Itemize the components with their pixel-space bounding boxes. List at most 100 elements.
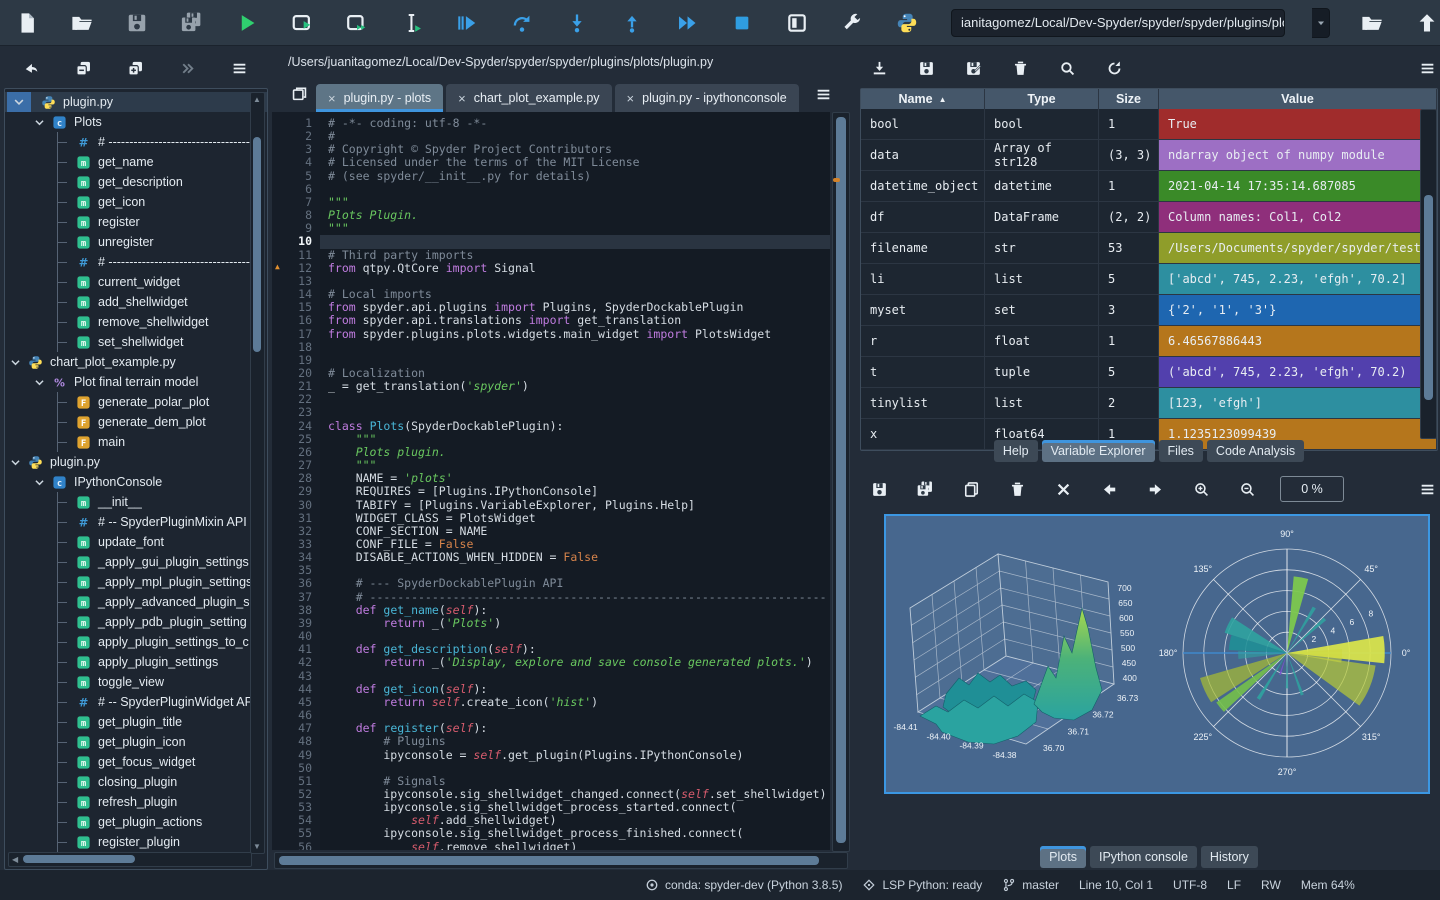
tree-item[interactable]: # # ---------------------------------- <box>5 132 267 152</box>
tree-item[interactable]: plugin.py <box>5 452 267 472</box>
table-row[interactable]: datetime_object datetime 1 2021-04-14 17… <box>861 171 1437 202</box>
tree-chevron-icon[interactable] <box>7 356 23 369</box>
remove-plot-icon[interactable] <box>1004 476 1030 502</box>
go-up-icon[interactable] <box>1414 10 1440 36</box>
status-lsp[interactable]: LSP Python: ready <box>862 878 982 892</box>
tree-item[interactable]: m current_widget <box>5 272 267 292</box>
maximize-pane-icon[interactable] <box>784 10 810 36</box>
tree-item[interactable]: m get_plugin_title <box>5 712 267 732</box>
editor-options-icon[interactable] <box>810 81 836 107</box>
tree-item[interactable]: c Plots <box>5 112 267 132</box>
tree-item[interactable]: c IPythonConsole <box>5 472 267 492</box>
table-row[interactable]: r float 1 6.46567886443 <box>861 326 1437 357</box>
run-icon[interactable] <box>234 10 260 36</box>
search-icon[interactable] <box>1054 55 1080 81</box>
table-row[interactable]: df DataFrame (2, 2) Column names: Col1, … <box>861 202 1437 233</box>
editor-tab[interactable]: × plugin.py - ipythonconsole <box>615 84 799 112</box>
debug-file-icon[interactable] <box>454 10 480 36</box>
new-file-icon[interactable] <box>14 10 40 36</box>
scroll-down-icon[interactable]: ▼ <box>253 842 261 851</box>
tree-item[interactable]: m remove_shellwidget <box>5 312 267 332</box>
editor-warning-marker[interactable] <box>833 178 840 182</box>
zoom-in-icon[interactable] <box>1188 476 1214 502</box>
table-row[interactable]: data Array of str128 (3, 3) ndarray obje… <box>861 140 1437 171</box>
tree-item[interactable]: m get_description <box>5 172 267 192</box>
variable-value[interactable]: 2021-04-14 17:35:14.687085 <box>1159 171 1437 201</box>
status-git-branch[interactable]: master <box>1002 878 1059 892</box>
tree-chevron-icon[interactable] <box>7 92 31 112</box>
browse-tabs-icon[interactable] <box>286 81 312 107</box>
tree-item[interactable]: m update_font <box>5 532 267 552</box>
open-file-icon[interactable] <box>69 10 95 36</box>
preferences-icon[interactable] <box>839 10 865 36</box>
table-row[interactable]: li list 5 ['abcd', 745, 2.23, 'efgh', 70… <box>861 264 1437 295</box>
tree-item[interactable]: % Plot final terrain model <box>5 372 267 392</box>
step-into-icon[interactable] <box>564 10 590 36</box>
tree-chevron-icon[interactable] <box>7 456 23 469</box>
tree-item[interactable]: # # -- SpyderPluginMixin API - <box>5 512 267 532</box>
tree-item[interactable]: m get_icon <box>5 192 267 212</box>
variable-value[interactable]: ('abcd', 745, 2.23, 'efgh', 70.2) <box>1159 357 1437 387</box>
save-icon[interactable] <box>124 10 150 36</box>
tree-item[interactable]: m register_plugin <box>5 832 267 852</box>
close-tab-icon[interactable]: × <box>458 92 466 105</box>
hamburger-icon[interactable] <box>226 55 252 81</box>
save-data-as-icon[interactable] <box>960 55 986 81</box>
status-lf[interactable]: LF <box>1227 878 1241 892</box>
collapse-all-icon[interactable] <box>70 55 96 81</box>
tree-item[interactable]: m toggle_view <box>5 672 267 692</box>
chevrons-right-icon[interactable] <box>174 55 200 81</box>
close-tab-icon[interactable]: × <box>328 92 336 105</box>
run-selection-icon[interactable] <box>399 10 425 36</box>
table-header[interactable]: Name ▲ Type Size Value <box>861 89 1437 109</box>
variable-value[interactable]: True <box>1159 109 1437 139</box>
table-row[interactable]: bool bool 1 True <box>861 109 1437 140</box>
tree-item[interactable]: m _apply_advanced_plugin_s <box>5 592 267 612</box>
tree-item[interactable]: m get_name <box>5 152 267 172</box>
save-plot-icon[interactable] <box>866 476 892 502</box>
close-tab-icon[interactable]: × <box>627 92 635 105</box>
pane-tab-code-analysis[interactable]: Code Analysis <box>1207 440 1304 462</box>
run-cell-advance-icon[interactable] <box>344 10 370 36</box>
tree-chevron-icon[interactable] <box>31 476 47 489</box>
tree-item[interactable]: m refresh_plugin <box>5 792 267 812</box>
run-cell-icon[interactable] <box>289 10 315 36</box>
open-directory-icon[interactable] <box>1359 10 1385 36</box>
tree-item[interactable]: m closing_plugin <box>5 772 267 792</box>
python-logo-icon[interactable] <box>894 10 920 36</box>
tree-item[interactable]: # # ---------------------------------- <box>5 252 267 272</box>
status-line[interactable]: Line 10, Col 1 <box>1079 878 1153 892</box>
table-row[interactable]: tinylist list 2 [123, 'efgh'] <box>861 388 1437 419</box>
table-row[interactable]: t tuple 5 ('abcd', 745, 2.23, 'efgh', 70… <box>861 357 1437 388</box>
remove-variable-icon[interactable] <box>1007 55 1033 81</box>
save-all-icon[interactable] <box>179 10 205 36</box>
tree-chevron-icon[interactable] <box>31 116 47 129</box>
tree-item[interactable]: m __init__ <box>5 492 267 512</box>
variables-vscrollbar[interactable] <box>1420 109 1437 439</box>
variable-value[interactable]: [123, 'efgh'] <box>1159 388 1437 418</box>
pane-tab-history[interactable]: History <box>1201 846 1258 868</box>
status-mem[interactable]: Mem 64% <box>1301 878 1355 892</box>
tree-item[interactable]: m apply_plugin_settings <box>5 652 267 672</box>
scroll-left-icon[interactable]: ◀ <box>12 855 18 864</box>
pane-tab-variable-explorer[interactable]: Variable Explorer <box>1042 440 1155 462</box>
tree-item[interactable]: F generate_polar_plot <box>5 392 267 412</box>
tree-item[interactable]: F generate_dem_plot <box>5 412 267 432</box>
tree-item[interactable]: m apply_plugin_settings_to_c <box>5 632 267 652</box>
pane-tab-ipython-console[interactable]: IPython console <box>1090 846 1197 868</box>
tree-item[interactable]: m unregister <box>5 232 267 252</box>
editor-tab[interactable]: × plugin.py - plots <box>316 84 443 112</box>
table-row[interactable]: myset set 3 {'2', '1', '3'} <box>861 295 1437 326</box>
stop-icon[interactable] <box>729 10 755 36</box>
refresh-icon[interactable] <box>1101 55 1127 81</box>
step-out-icon[interactable] <box>619 10 645 36</box>
tree-item[interactable]: # # -- SpyderPluginWidget AP <box>5 692 267 712</box>
status-utf-8[interactable]: UTF-8 <box>1173 878 1207 892</box>
tree-item[interactable]: m add_shellwidget <box>5 292 267 312</box>
tree-item[interactable]: F main <box>5 432 267 452</box>
code-editor[interactable]: 1234567891011▲12131415161718192021222324… <box>272 112 830 850</box>
continue-execution-icon[interactable] <box>674 10 700 36</box>
tree-item[interactable]: m _apply_mpl_plugin_settings <box>5 572 267 592</box>
tree-item[interactable]: m get_plugin_icon <box>5 732 267 752</box>
tree-item[interactable]: plugin.py <box>5 92 267 112</box>
